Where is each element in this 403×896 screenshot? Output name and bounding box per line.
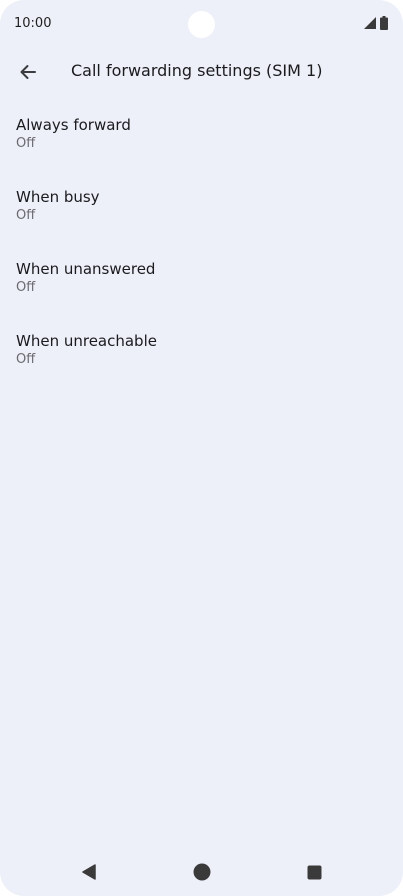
home-circle-icon xyxy=(193,863,211,881)
arrow-left-icon xyxy=(20,65,36,79)
setting-title: When busy xyxy=(16,188,100,206)
cellular-signal-icon xyxy=(364,17,376,29)
navigation-bar xyxy=(0,852,403,896)
setting-title: When unreachable xyxy=(16,332,157,350)
back-button[interactable] xyxy=(8,52,48,92)
nav-recents-button[interactable] xyxy=(294,852,334,892)
app-bar: Call forwarding settings (SIM 1) xyxy=(0,48,403,96)
status-bar: 10:00 xyxy=(0,0,403,48)
setting-title: When unanswered xyxy=(16,260,156,278)
setting-summary: Off xyxy=(16,280,36,295)
setting-summary: Off xyxy=(16,136,36,151)
recents-square-icon xyxy=(307,865,321,879)
battery-icon xyxy=(380,16,388,30)
nav-home-button[interactable] xyxy=(182,852,222,892)
setting-summary: Off xyxy=(16,352,36,367)
setting-summary: Off xyxy=(16,208,36,223)
setting-title: Always forward xyxy=(16,116,131,134)
status-time: 10:00 xyxy=(14,16,52,31)
camera-cutout xyxy=(188,11,215,38)
setting-always-forward[interactable]: Always forward Off xyxy=(0,108,403,180)
phone-screen: 10:00 Call forwarding settings (SIM 1) A… xyxy=(0,0,403,896)
settings-list: Always forward Off When busy Off When un… xyxy=(0,108,403,396)
setting-when-busy[interactable]: When busy Off xyxy=(0,180,403,252)
nav-back-button[interactable] xyxy=(69,852,109,892)
page-title: Call forwarding settings (SIM 1) xyxy=(71,61,323,80)
setting-when-unreachable[interactable]: When unreachable Off xyxy=(0,324,403,396)
setting-when-unanswered[interactable]: When unanswered Off xyxy=(0,252,403,324)
back-triangle-icon xyxy=(82,864,96,880)
